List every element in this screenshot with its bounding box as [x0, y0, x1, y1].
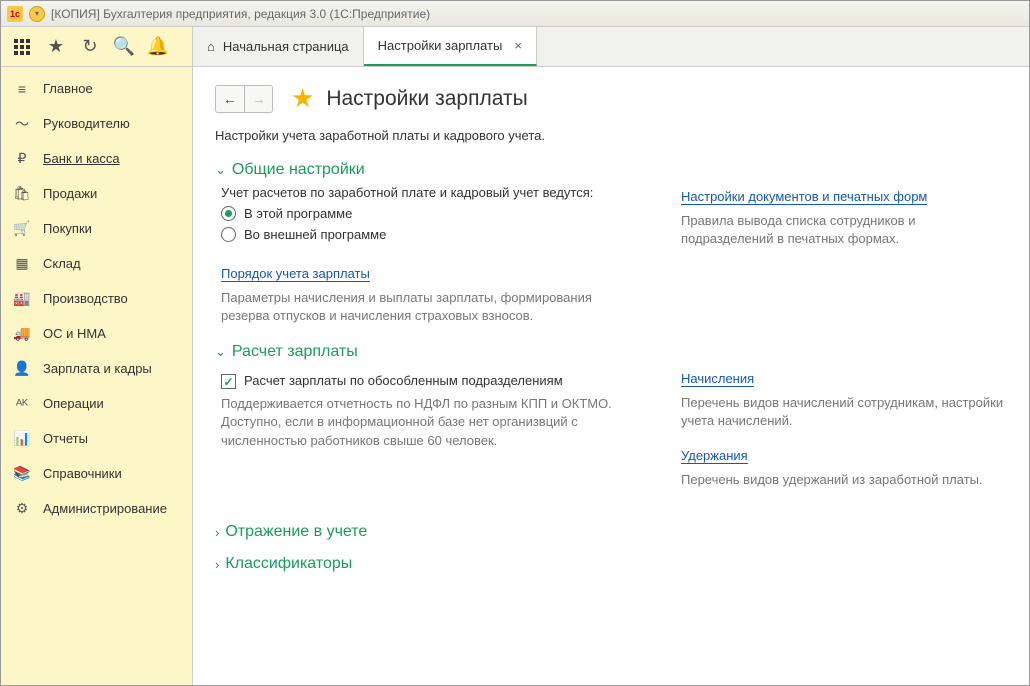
radio-this-program[interactable]: В этой программе [221, 206, 641, 221]
window-title: [КОПИЯ] Бухгалтерия предприятия, редакци… [51, 7, 430, 21]
section-calc-header[interactable]: ⌄ Расчет зарплаты [215, 343, 1007, 361]
titlebar: 1c [КОПИЯ] Бухгалтерия предприятия, реда… [1, 1, 1029, 27]
radio-external-program[interactable]: Во внешней программе [221, 227, 641, 242]
page-subtitle: Настройки учета заработной платы и кадро… [215, 128, 1007, 143]
section-general-header[interactable]: ⌄ Общие настройки [215, 161, 1007, 179]
sidebar-item-label: Администрирование [43, 501, 167, 516]
accruals-desc: Перечень видов начислений сотрудникам, н… [681, 394, 1007, 430]
section-reflection-header[interactable]: › Отражение в учете [215, 523, 1007, 541]
search-button[interactable]: 🔍 [107, 28, 141, 66]
sidebar-item-label: Покупки [43, 221, 92, 236]
checkbox-separate-desc: Поддерживается отчетность по НДФЛ по раз… [221, 395, 641, 450]
app-icon-1c: 1c [7, 6, 23, 22]
sidebar-icon: 🛍 [13, 185, 31, 202]
tab-home[interactable]: ⌂ Начальная страница [193, 27, 364, 66]
deductions-desc: Перечень видов удержаний из заработной п… [681, 471, 1007, 489]
sidebar-icon: 📚 [13, 465, 31, 482]
sidebar-item-11[interactable]: 📚 Справочники [1, 456, 192, 491]
link-accruals[interactable]: Начисления [681, 371, 754, 387]
sidebar-icon: 📊 [13, 430, 31, 447]
nav-forward-button[interactable]: → [244, 86, 272, 112]
favorites-button[interactable]: ★ [39, 28, 73, 66]
nav-buttons: ← → [215, 85, 273, 113]
app-menu-dropdown[interactable] [29, 6, 45, 22]
section-classifiers-header[interactable]: › Классификаторы [215, 555, 1007, 573]
sidebar-icon: 🏭 [13, 290, 31, 307]
page-title: Настройки зарплаты [326, 87, 527, 111]
sidebar-icon: ⚙ [13, 500, 31, 517]
sidebar: ★ ↻ 🔍 🔔 ≡ Главное 〜 Руководителю ₽ Банк и кас… [1, 27, 193, 685]
chevron-down-icon: ⌄ [215, 162, 226, 178]
radio-icon [221, 227, 236, 242]
sidebar-item-label: Отчеты [43, 431, 88, 446]
link-deductions[interactable]: Удержания [681, 448, 748, 464]
sidebar-item-label: Главное [43, 81, 93, 96]
accounting-mode-label: Учет расчетов по заработной плате и кадр… [221, 185, 641, 200]
chevron-right-icon: › [215, 557, 219, 572]
radio-external-label: Во внешней программе [244, 227, 386, 242]
sidebar-item-label: Склад [43, 256, 81, 271]
sidebar-item-label: Производство [43, 291, 128, 306]
star-icon[interactable]: ★ [291, 83, 314, 114]
section-classifiers-title: Классификаторы [225, 555, 352, 573]
sidebar-toolbar: ★ ↻ 🔍 🔔 [1, 27, 192, 67]
sidebar-item-label: Операции [43, 396, 104, 411]
sidebar-icon: 👤 [13, 360, 31, 377]
apps-grid-button[interactable] [5, 28, 39, 66]
section-general-title: Общие настройки [232, 161, 365, 179]
sidebar-item-label: Справочники [43, 466, 122, 481]
tab-home-label: Начальная страница [223, 39, 349, 54]
sidebar-icon: ᴬᴷ [13, 396, 31, 412]
salary-order-desc: Параметры начисления и выплаты зарплаты,… [221, 289, 641, 325]
sidebar-item-12[interactable]: ⚙ Администрирование [1, 491, 192, 526]
chevron-down-icon: ⌄ [215, 344, 226, 360]
chevron-right-icon: › [215, 525, 219, 540]
link-doc-settings[interactable]: Настройки документов и печатных форм [681, 189, 927, 205]
nav-back-button[interactable]: ← [216, 86, 244, 112]
tabs-bar: ⌂ Начальная страница Настройки зарплаты … [193, 27, 1029, 67]
close-icon[interactable]: × [514, 38, 522, 53]
notifications-button[interactable]: 🔔 [141, 28, 175, 66]
sidebar-item-1[interactable]: 〜 Руководителю [1, 106, 192, 141]
section-calc-title: Расчет зарплаты [232, 343, 358, 361]
sidebar-item-0[interactable]: ≡ Главное [1, 71, 192, 106]
grid-icon [14, 39, 30, 55]
sidebar-item-6[interactable]: 🏭 Производство [1, 281, 192, 316]
radio-this-label: В этой программе [244, 206, 352, 221]
link-salary-order[interactable]: Порядок учета зарплаты [221, 266, 370, 282]
checkbox-separate-label: Расчет зарплаты по обособленным подразде… [244, 373, 563, 388]
sidebar-icon: ₽ [13, 150, 31, 167]
sidebar-items: ≡ Главное 〜 Руководителю ₽ Банк и касса 🛍 Прода… [1, 67, 192, 685]
sidebar-item-7[interactable]: 🚚 ОС и НМА [1, 316, 192, 351]
section-reflection-title: Отражение в учете [225, 523, 367, 541]
history-button[interactable]: ↻ [73, 28, 107, 66]
sidebar-item-2[interactable]: ₽ Банк и касса [1, 141, 192, 176]
sidebar-item-8[interactable]: 👤 Зарплата и кадры [1, 351, 192, 386]
sidebar-icon: ▦ [13, 255, 31, 272]
sidebar-item-label: Банк и касса [43, 151, 120, 166]
checkbox-separate-divisions[interactable]: ✓ Расчет зарплаты по обособленным подраз… [221, 373, 641, 389]
sidebar-item-9[interactable]: ᴬᴷ Операции [1, 386, 192, 421]
tab-salary-label: Настройки зарплаты [378, 38, 503, 53]
checkbox-icon: ✓ [221, 374, 236, 389]
sidebar-item-label: Руководителю [43, 116, 130, 131]
page-content: ← → ★ Настройки зарплаты Настройки учета… [193, 67, 1029, 685]
sidebar-item-label: ОС и НМА [43, 326, 106, 341]
sidebar-icon: 🚚 [13, 325, 31, 342]
sidebar-icon: ≡ [13, 81, 31, 97]
sidebar-icon: 🛒 [13, 220, 31, 237]
sidebar-item-5[interactable]: ▦ Склад [1, 246, 192, 281]
radio-icon [221, 206, 236, 221]
sidebar-item-label: Продажи [43, 186, 97, 201]
tab-salary-settings[interactable]: Настройки зарплаты × [364, 27, 537, 66]
sidebar-item-3[interactable]: 🛍 Продажи [1, 176, 192, 211]
doc-settings-desc: Правила вывода списка сотрудников и подр… [681, 212, 1007, 248]
sidebar-item-4[interactable]: 🛒 Покупки [1, 211, 192, 246]
sidebar-item-10[interactable]: 📊 Отчеты [1, 421, 192, 456]
home-icon: ⌂ [207, 39, 215, 54]
sidebar-icon: 〜 [13, 114, 31, 134]
sidebar-item-label: Зарплата и кадры [43, 361, 152, 376]
